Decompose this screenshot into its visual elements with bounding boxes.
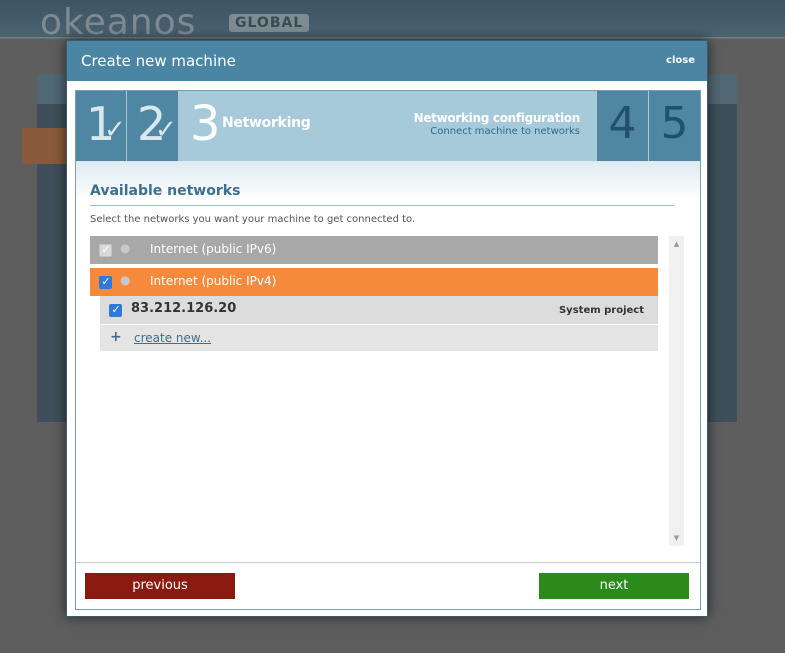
create-ip-row[interactable]: + create new... [100, 325, 658, 351]
network-checkbox-ipv6[interactable]: ✓ [99, 243, 112, 257]
scrollbar[interactable]: ▲ ▼ [669, 236, 684, 546]
network-checkbox-ipv4[interactable]: ✓ [99, 275, 112, 289]
check-icon: ✓ [155, 115, 177, 145]
section-title: Available networks [90, 183, 241, 199]
check-icon: ✓ [101, 275, 111, 288]
plus-icon: + [110, 329, 122, 345]
step-4: 4 [597, 91, 648, 161]
globe-icon: ● [120, 273, 131, 287]
network-item-ipv6[interactable]: ✓ ● Internet (public IPv6) [90, 236, 658, 264]
wizard-footer: previous next [76, 562, 700, 609]
modal-header: Create new machine close [67, 41, 707, 81]
network-name: Internet (public IPv4) [150, 274, 277, 288]
check-icon: ✓ [101, 243, 111, 256]
ip-item[interactable]: ✓ 83.212.126.20 System project [100, 296, 658, 324]
network-list: ✓ ● Internet (public IPv6) ✓ ● Internet … [90, 236, 658, 546]
create-new-link[interactable]: create new... [134, 331, 211, 345]
next-button[interactable]: next [539, 573, 689, 599]
network-name: Internet (public IPv6) [150, 242, 277, 256]
step-2[interactable]: 2 ✓ [127, 91, 178, 161]
scroll-up-icon[interactable]: ▲ [669, 240, 684, 248]
wizard-steps: 1 ✓ 2 ✓ 3 Networking Networking configur… [76, 91, 700, 161]
section-description: Select the networks you want your machin… [90, 214, 416, 225]
step-info-title: Networking configuration [413, 111, 581, 125]
step-3: 3 Networking [180, 91, 330, 161]
networks-section: Available networks Select the networks y… [76, 161, 700, 561]
step-3-number: 3 [190, 96, 221, 152]
app-logo: okeanos [40, 2, 197, 43]
step-4-number: 4 [608, 98, 637, 149]
step-info-subtitle: Connect machine to networks [430, 126, 580, 137]
scroll-down-icon[interactable]: ▼ [669, 534, 684, 542]
ip-address: 83.212.126.20 [131, 301, 237, 316]
check-icon: ✓ [104, 115, 126, 145]
app-logo-badge: GLOBAL [229, 14, 310, 32]
step-1[interactable]: 1 ✓ [76, 91, 126, 161]
section-divider [90, 205, 674, 206]
close-button[interactable]: close [666, 55, 695, 66]
ip-project: System project [558, 305, 644, 316]
check-icon: ✓ [111, 303, 121, 316]
ip-checkbox[interactable]: ✓ [109, 303, 122, 317]
previous-button[interactable]: previous [85, 573, 235, 599]
app-topbar: okeanos GLOBAL [0, 0, 785, 43]
step-info: Networking configuration Connect machine… [413, 111, 581, 137]
wizard-container: 1 ✓ 2 ✓ 3 Networking Networking configur… [75, 90, 701, 610]
step-3-label: Networking [222, 115, 311, 131]
network-item-ipv4[interactable]: ✓ ● Internet (public IPv4) [90, 268, 658, 296]
step-5-number: 5 [660, 98, 689, 149]
create-machine-modal: Create new machine close 1 ✓ 2 ✓ 3 Netwo… [66, 40, 708, 617]
globe-icon: ● [120, 241, 131, 255]
modal-title: Create new machine [81, 52, 236, 70]
step-5: 5 [649, 91, 700, 161]
